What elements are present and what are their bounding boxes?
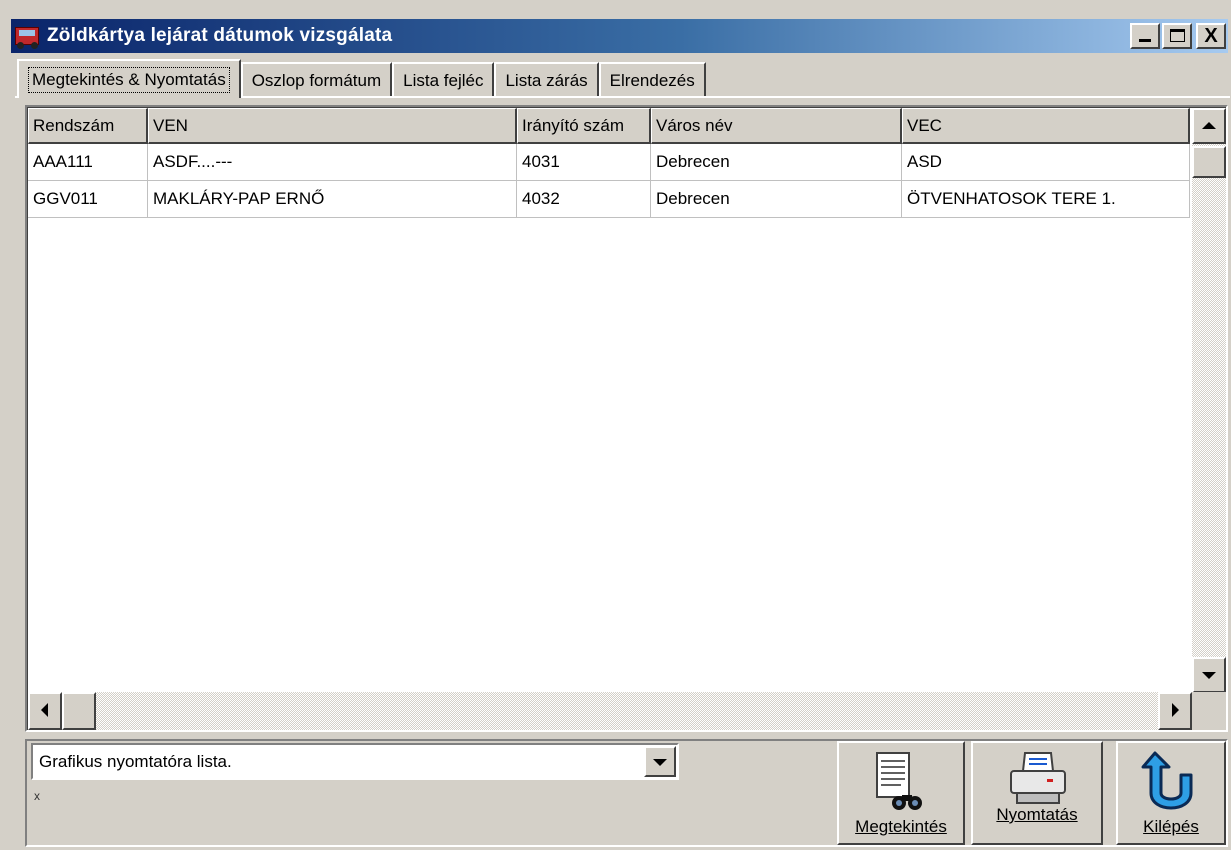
column-header[interactable]: Irányító szám [517,108,651,144]
vertical-scrollbar[interactable] [1192,108,1226,693]
print-label: Nyomtatás [996,805,1078,824]
grid-header: Rendszám VEN Irányító szám Város név VEC [28,108,1190,144]
scroll-up-button[interactable] [1192,108,1226,144]
arrow-left-icon [41,703,48,717]
maximize-icon [1170,29,1185,42]
tab-strip: Megtekintés & Nyomtatás Oszlop formátum … [17,59,706,98]
close-icon: X [1204,25,1218,47]
table-cell[interactable]: Debrecen [651,181,902,218]
minimize-button[interactable] [1130,23,1160,49]
exit-arrow-icon [1141,751,1193,810]
horizontal-scroll-thumb[interactable] [62,692,96,730]
truck-icon[interactable] [13,23,43,49]
exit-label: Kilépés [1143,817,1199,836]
output-type-value: Grafikus nyomtatóra lista. [39,751,232,771]
table-cell[interactable]: GGV011 [28,181,148,218]
column-header[interactable]: Város név [651,108,902,144]
printer-icon [1010,752,1066,804]
tab-label: Megtekintés & Nyomtatás [28,66,230,93]
tab-list-header[interactable]: Lista fejléc [392,62,495,98]
output-type-select[interactable]: Grafikus nyomtatóra lista. [31,743,679,780]
horizontal-scrollbar[interactable] [28,692,1226,730]
arrow-right-icon [1172,703,1179,717]
tab-label: Elrendezés [609,71,695,90]
arrow-up-icon [1202,122,1216,129]
table-cell[interactable]: ASD [902,144,1190,181]
table-cell[interactable]: ASDF....--- [148,144,517,181]
tab-preview-print[interactable]: Megtekintés & Nyomtatás [17,59,241,98]
data-grid[interactable]: Rendszám VEN Irányító szám Város név VEC… [25,105,1228,732]
status-mark: x [34,789,40,803]
tab-label: Lista zárás [505,71,588,90]
scroll-down-button[interactable] [1192,657,1226,693]
tab-layout[interactable]: Elrendezés [598,62,706,98]
print-button[interactable]: Nyomtatás [971,741,1103,845]
title-bar[interactable]: Zöldkártya lejárat dátumok vizsgálata X [11,19,1228,53]
column-header[interactable]: VEC [902,108,1190,144]
column-header[interactable]: VEN [148,108,517,144]
minimize-icon [1139,39,1151,42]
document-binoculars-icon [876,752,922,810]
window-title: Zöldkártya lejárat dátumok vizsgálata [47,25,393,46]
vertical-scroll-thumb[interactable] [1192,146,1226,178]
preview-label: Megtekintés [855,817,947,836]
table-cell[interactable]: Debrecen [651,144,902,181]
chevron-down-icon [653,759,667,766]
scroll-corner [1192,692,1226,730]
dropdown-button[interactable] [644,746,676,777]
column-header[interactable]: Rendszám [28,108,148,144]
table-cell[interactable]: MAKLÁRY-PAP ERNŐ [148,181,517,218]
tab-list-footer[interactable]: Lista zárás [494,62,599,98]
scroll-right-button[interactable] [1158,692,1192,730]
preview-button[interactable]: Megtekintés [837,741,965,845]
tab-label: Lista fejléc [403,71,484,90]
table-cell[interactable]: AAA111 [28,144,148,181]
table-cell[interactable]: 4031 [517,144,651,181]
exit-button[interactable]: Kilépés [1116,741,1226,845]
table-row[interactable]: GGV011 MAKLÁRY-PAP ERNŐ 4032 Debrecen ÖT… [28,181,1190,218]
table-cell[interactable]: ÖTVENHATOSOK TERE 1. [902,181,1190,218]
arrow-down-icon [1202,672,1216,679]
main-window: Zöldkártya lejárat dátumok vizsgálata X … [0,0,1231,850]
tab-column-format[interactable]: Oszlop formátum [240,62,393,98]
table-row[interactable]: AAA111 ASDF....--- 4031 Debrecen ASD [28,144,1190,181]
maximize-button[interactable] [1162,23,1192,49]
tab-label: Oszlop formátum [251,71,382,90]
table-cell[interactable]: 4032 [517,181,651,218]
close-button[interactable]: X [1196,23,1226,49]
scroll-left-button[interactable] [28,692,62,730]
